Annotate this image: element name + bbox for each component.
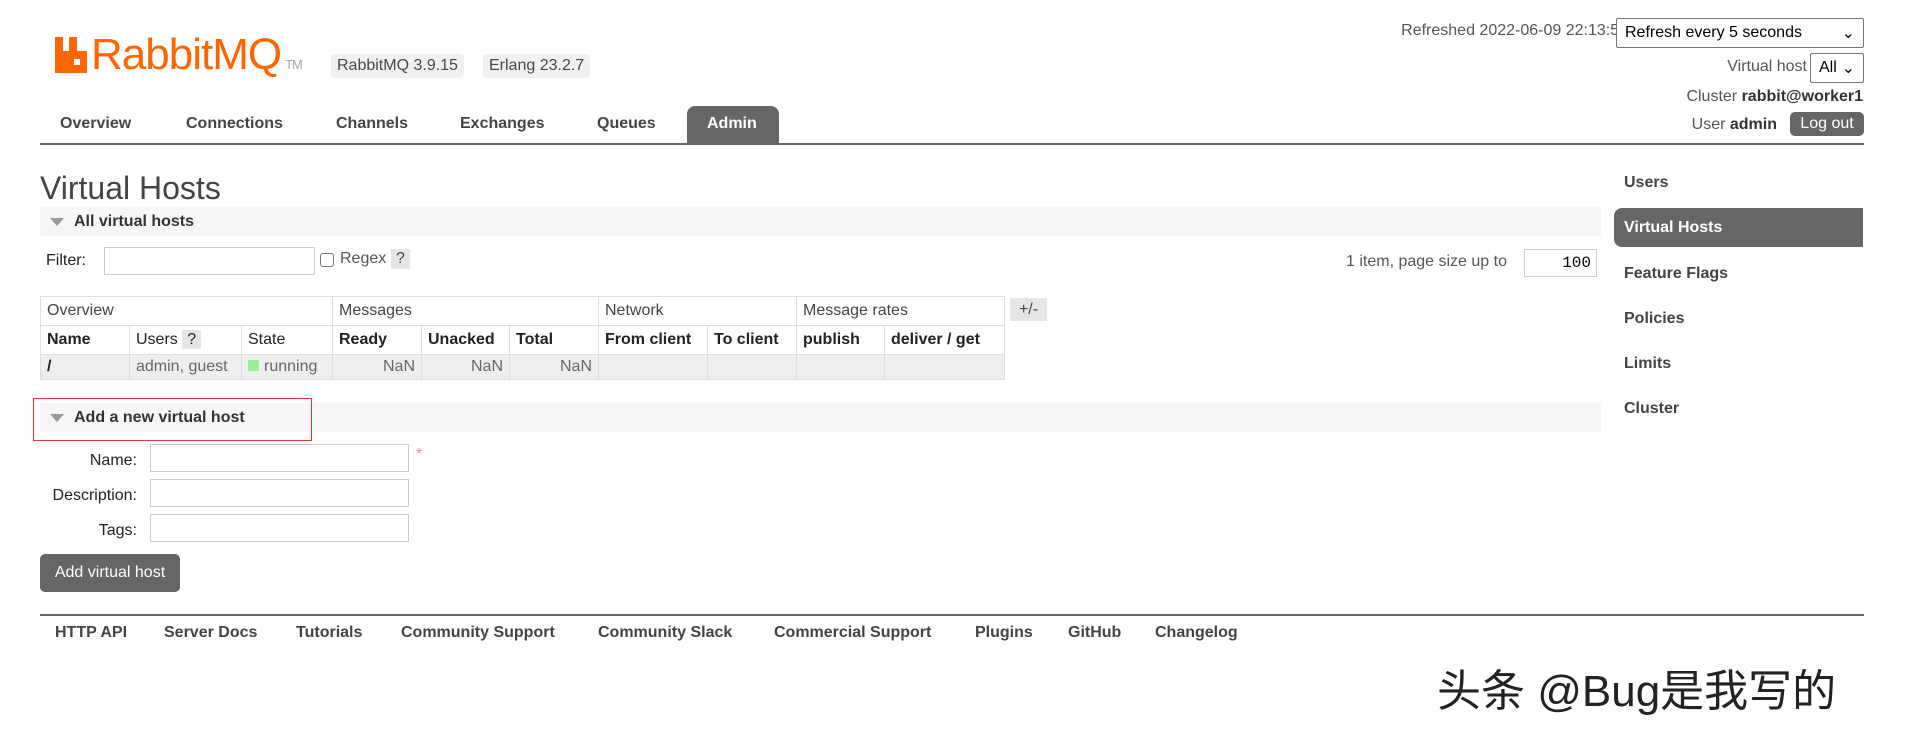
erlang-badge: Erlang 23.2.7 (483, 54, 591, 78)
col-from-client: From client (598, 325, 708, 355)
vhost-state-label: running (264, 358, 318, 375)
col-name[interactable]: Name (40, 325, 130, 355)
footer-link-http-api[interactable]: HTTP API (55, 624, 127, 642)
tab-admin[interactable]: Admin (687, 106, 779, 144)
col-users: Users ? (129, 325, 242, 355)
tab-exchanges[interactable]: Exchanges (440, 106, 564, 144)
footer-link-community-support[interactable]: Community Support (401, 624, 555, 642)
sidebar-item-limits[interactable]: Limits (1614, 344, 1863, 383)
footer-divider (40, 614, 1864, 616)
col-publish: publish (796, 325, 885, 355)
vhost-from-client (598, 354, 708, 380)
chevron-down-icon: ⌄ (1841, 60, 1855, 77)
page-size-input[interactable] (1524, 249, 1597, 277)
footer-link-changelog[interactable]: Changelog (1155, 624, 1238, 642)
description-label: Description: (52, 487, 137, 504)
refresh-select[interactable]: Refresh every 5 seconds ⌄ (1616, 18, 1864, 48)
vhost-users: admin, guest (129, 354, 242, 380)
users-help-button[interactable]: ? (182, 330, 202, 349)
col-deliver-get: deliver / get (884, 325, 1005, 355)
running-status-icon (248, 360, 259, 371)
vhost-ready: NaN (332, 354, 422, 380)
footer-link-plugins[interactable]: Plugins (975, 624, 1033, 642)
group-messages: Messages (332, 296, 599, 326)
user-label: User (1691, 116, 1726, 133)
vhost-publish (796, 354, 885, 380)
user-info: User admin (1692, 116, 1777, 134)
group-message-rates: Message rates (796, 296, 1005, 326)
logo-tm: TM (285, 57, 303, 72)
tab-overview[interactable]: Overview (40, 106, 151, 144)
tab-connections[interactable]: Connections (166, 106, 303, 144)
filter-input[interactable] (104, 247, 315, 275)
rabbitmq-logo: RabbitMQ TM (55, 30, 303, 80)
filter-label: Filter: (46, 252, 86, 269)
vhost-label: Virtual host (1727, 58, 1807, 75)
paging-text: 1 item, page size up to (1346, 253, 1507, 270)
vhost-name-link[interactable]: / (40, 354, 130, 380)
sidebar-item-users[interactable]: Users (1614, 163, 1863, 202)
logo-text: RabbitMQ (91, 30, 282, 79)
sidebar-item-virtual-hosts[interactable]: Virtual Hosts (1614, 208, 1863, 247)
name-label: Name: (89, 452, 137, 469)
footer-link-server-docs[interactable]: Server Docs (164, 624, 257, 642)
group-network: Network (598, 296, 797, 326)
chevron-down-icon: ⌄ (1841, 25, 1855, 42)
nav-divider (40, 143, 1864, 145)
refresh-select-value: Refresh every 5 seconds (1625, 24, 1802, 41)
watermark: 头条 @Bug是我写的 (1437, 667, 1837, 716)
version-badge: RabbitMQ 3.9.15 (331, 54, 464, 78)
group-overview: Overview (40, 296, 333, 326)
cluster-label: Cluster (1686, 88, 1738, 105)
regex-label: Regex (340, 250, 387, 267)
vhost-tags-input[interactable] (150, 514, 409, 542)
required-asterisk: * (416, 446, 423, 463)
vhost-description-input[interactable] (150, 479, 409, 507)
footer-link-community-slack[interactable]: Community Slack (598, 624, 732, 642)
vhost-unacked: NaN (421, 354, 510, 380)
footer-link-github[interactable]: GitHub (1068, 624, 1121, 642)
columns-toggle-button[interactable]: +/- (1010, 298, 1047, 321)
user-name: admin (1729, 116, 1777, 133)
sidebar-item-feature-flags[interactable]: Feature Flags (1614, 254, 1863, 293)
footer-link-tutorials[interactable]: Tutorials (296, 624, 362, 642)
tab-queues[interactable]: Queues (577, 106, 676, 144)
vhost-total: NaN (509, 354, 599, 380)
col-to-client: To client (707, 325, 797, 355)
col-total: Total (509, 325, 599, 355)
vhosts-table: Overview Messages Network Message rates … (40, 296, 1005, 380)
vhost-select[interactable]: All ⌄ (1810, 53, 1864, 83)
tags-label: Tags: (98, 522, 137, 539)
cluster-name: rabbit@worker1 (1741, 88, 1863, 105)
footer-link-commercial-support[interactable]: Commercial Support (774, 624, 931, 642)
highlight-box (33, 398, 312, 441)
page-title: Virtual Hosts (40, 170, 221, 206)
vhost-select-value: All (1819, 59, 1837, 76)
tab-channels[interactable]: Channels (316, 106, 428, 144)
regex-help-button[interactable]: ? (391, 249, 410, 269)
vhost-name-input[interactable] (150, 444, 409, 472)
regex-checkbox[interactable] (320, 253, 334, 267)
col-users-label: Users (136, 331, 178, 348)
all-vhosts-title: All virtual hosts (74, 213, 195, 230)
collapse-triangle-icon (50, 217, 64, 226)
refreshed-label: Refreshed 2022-06-09 22:13:59 (1401, 22, 1628, 39)
rabbit-logo-icon (55, 37, 87, 73)
add-virtual-host-button[interactable]: Add virtual host (40, 554, 180, 592)
logout-button[interactable]: Log out (1790, 112, 1864, 136)
vhost-deliver-get (884, 354, 1005, 380)
col-ready: Ready (332, 325, 422, 355)
cluster-info: Cluster rabbit@worker1 (1686, 88, 1863, 106)
col-state: State (241, 325, 333, 355)
vhost-state: running (241, 354, 333, 380)
vhost-to-client (707, 354, 797, 380)
sidebar-item-policies[interactable]: Policies (1614, 299, 1863, 338)
col-unacked: Unacked (421, 325, 510, 355)
sidebar-item-cluster[interactable]: Cluster (1614, 389, 1863, 428)
table-row[interactable]: / admin, guest running NaN NaN NaN (40, 354, 1005, 380)
all-vhosts-section-header[interactable]: All virtual hosts (40, 207, 1601, 236)
